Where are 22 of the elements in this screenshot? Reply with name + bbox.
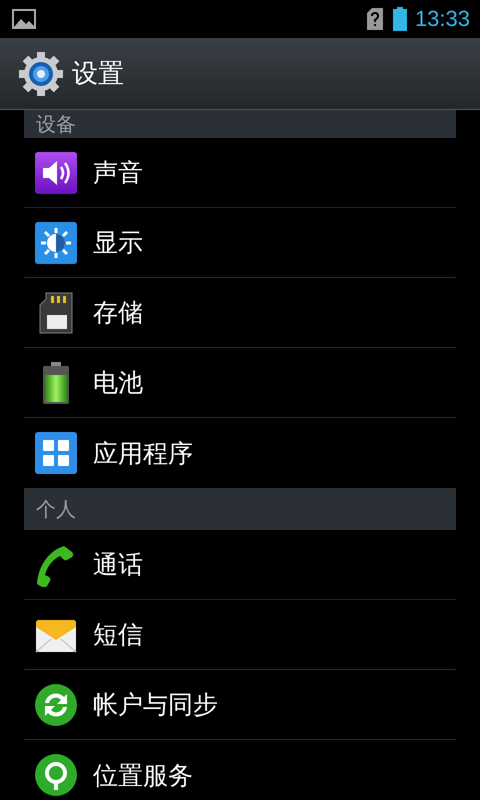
sim-card-icon: [366, 8, 383, 30]
speaker-icon: [34, 150, 78, 194]
grid-icon: [34, 431, 78, 475]
settings-item[interactable]: 存储: [24, 278, 456, 348]
sync-icon: [34, 682, 78, 726]
section-header: 设备: [24, 110, 456, 138]
battery-status-icon: [392, 7, 407, 31]
screen-title: 设置: [72, 58, 124, 91]
settings-item[interactable]: 显示: [24, 208, 456, 278]
settings-item[interactable]: 短信: [24, 600, 456, 670]
clock-time: 13:33: [414, 6, 470, 32]
settings-item[interactable]: 帐户与同步: [24, 670, 456, 740]
brightness-icon: [34, 220, 78, 264]
settings-item[interactable]: 应用程序: [24, 418, 456, 488]
settings-item[interactable]: 电池: [24, 348, 456, 418]
settings-item[interactable]: 位置服务: [24, 740, 456, 800]
settings-item[interactable]: 通话: [24, 530, 456, 600]
location-icon: [34, 753, 78, 797]
section-header: 个人: [24, 488, 456, 530]
gear-icon[interactable]: [18, 50, 64, 96]
picture-notification-icon: [12, 9, 36, 29]
settings-item[interactable]: 声音: [24, 138, 456, 208]
